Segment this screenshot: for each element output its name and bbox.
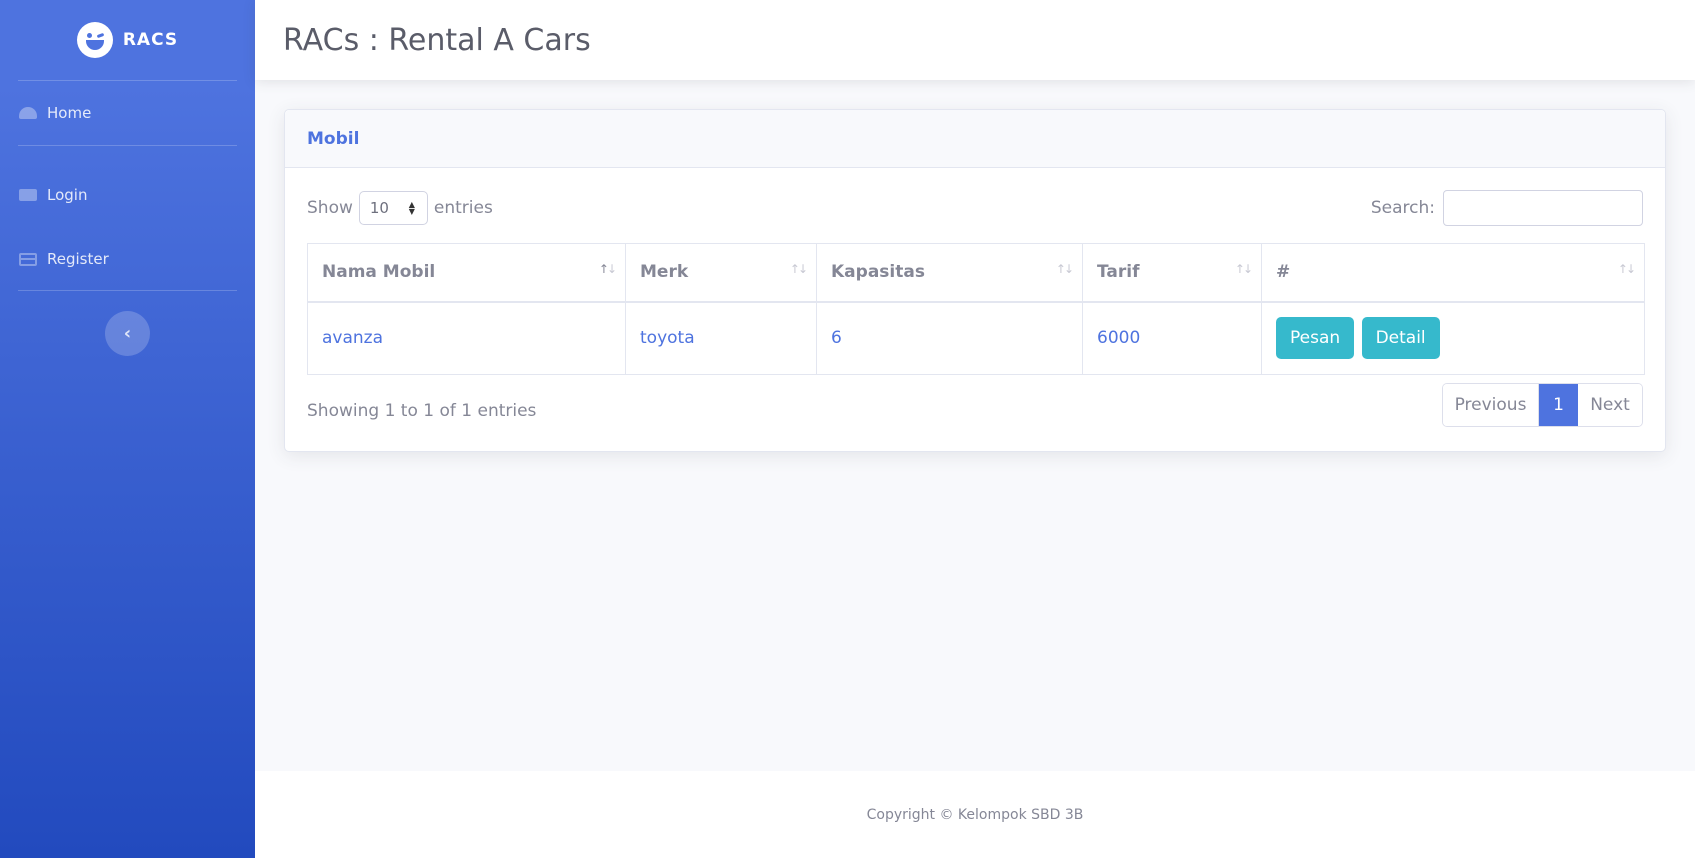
copyright-text: Copyright © Kelompok SBD 3B (866, 806, 1084, 823)
table-controls: Show 10 ▲ ▼ entries Search: (307, 190, 1643, 226)
sidebar-item-home[interactable]: Home (0, 81, 255, 145)
entries-label: entries (433, 198, 493, 218)
entries-value: 10 (369, 199, 389, 217)
pagination-page-1[interactable]: 1 (1539, 384, 1578, 426)
sort-icon: ↑↓ (1617, 262, 1636, 276)
table-info: Showing 1 to 1 of 1 entries (307, 401, 537, 421)
table-icon (19, 252, 37, 266)
sidebar-item-label: Register (47, 250, 109, 268)
page-title: RACs : Rental A Cars (283, 22, 591, 58)
chevron-left-icon: ‹ (123, 323, 132, 344)
sidebar-divider (18, 145, 237, 146)
pagination-previous[interactable]: Previous (1443, 384, 1539, 426)
column-label: Kapasitas (831, 262, 925, 283)
entries-select[interactable]: 10 ▲ ▼ (358, 191, 428, 225)
sidebar-item-login[interactable]: Login (0, 162, 255, 228)
laugh-wink-icon (76, 22, 113, 58)
card-title: Mobil (307, 128, 360, 149)
sidebar-item-label: Home (47, 104, 92, 122)
table-search: Search: (1371, 190, 1643, 226)
table-header-row: Nama Mobil ↑↓ Merk ↑↓ Kapasitas ↑↓ Tarif… (307, 243, 1645, 303)
mobil-table: Nama Mobil ↑↓ Merk ↑↓ Kapasitas ↑↓ Tarif… (307, 243, 1645, 375)
column-label: Merk (640, 262, 689, 283)
sidebar-brand[interactable]: RACS (0, 0, 255, 80)
sort-icon: ↑↓ (1234, 262, 1253, 276)
sidebar-item-register[interactable]: Register (0, 228, 255, 290)
sidebar-item-label: Login (47, 186, 88, 204)
column-label: # (1276, 262, 1291, 283)
column-header-actions[interactable]: # ↑↓ (1261, 243, 1645, 303)
column-header-nama-mobil[interactable]: Nama Mobil ↑↓ (307, 243, 626, 303)
column-header-tarif[interactable]: Tarif ↑↓ (1082, 243, 1262, 303)
cell-nama-mobil: avanza (307, 301, 626, 375)
mobil-card: Mobil Show 10 ▲ ▼ entries Search: Nama Mo… (284, 109, 1666, 452)
tachometer-icon (19, 107, 37, 119)
entries-length: Show 10 ▲ ▼ entries (307, 190, 493, 226)
folder-icon (19, 189, 37, 201)
topbar: RACs : Rental A Cars (255, 0, 1695, 80)
sort-arrows-icon: ▲ ▼ (408, 200, 415, 216)
column-label: Nama Mobil (322, 262, 436, 283)
brand-name: RACS (122, 30, 179, 50)
search-input[interactable] (1443, 190, 1643, 226)
sort-icon: ↑↓ (1055, 262, 1074, 276)
sidebar-toggle-button[interactable]: ‹ (105, 311, 150, 356)
show-label: Show (307, 198, 353, 218)
table-row: avanza toyota 6 6000 Pesan Detail (307, 301, 1645, 375)
detail-button[interactable]: Detail (1361, 317, 1440, 360)
footer: Copyright © Kelompok SBD 3B (255, 771, 1695, 858)
pagination: Previous 1 Next (1442, 383, 1643, 427)
pesan-button[interactable]: Pesan (1276, 317, 1355, 360)
cell-kapasitas: 6 (816, 301, 1083, 375)
cell-tarif: 6000 (1082, 301, 1262, 375)
cell-actions: Pesan Detail (1261, 301, 1645, 375)
sidebar: RACS Home Login Register ‹ (0, 0, 255, 858)
column-header-kapasitas[interactable]: Kapasitas ↑↓ (816, 243, 1083, 303)
pagination-next[interactable]: Next (1578, 384, 1642, 426)
column-header-merk[interactable]: Merk ↑↓ (625, 243, 817, 303)
sidebar-divider (18, 290, 237, 291)
column-label: Tarif (1097, 262, 1140, 283)
search-label: Search: (1370, 198, 1435, 218)
cell-merk: toyota (625, 301, 817, 375)
sort-icon: ↑↓ (789, 262, 808, 276)
card-header: Mobil (285, 110, 1665, 168)
sort-icon: ↑↓ (598, 262, 617, 276)
